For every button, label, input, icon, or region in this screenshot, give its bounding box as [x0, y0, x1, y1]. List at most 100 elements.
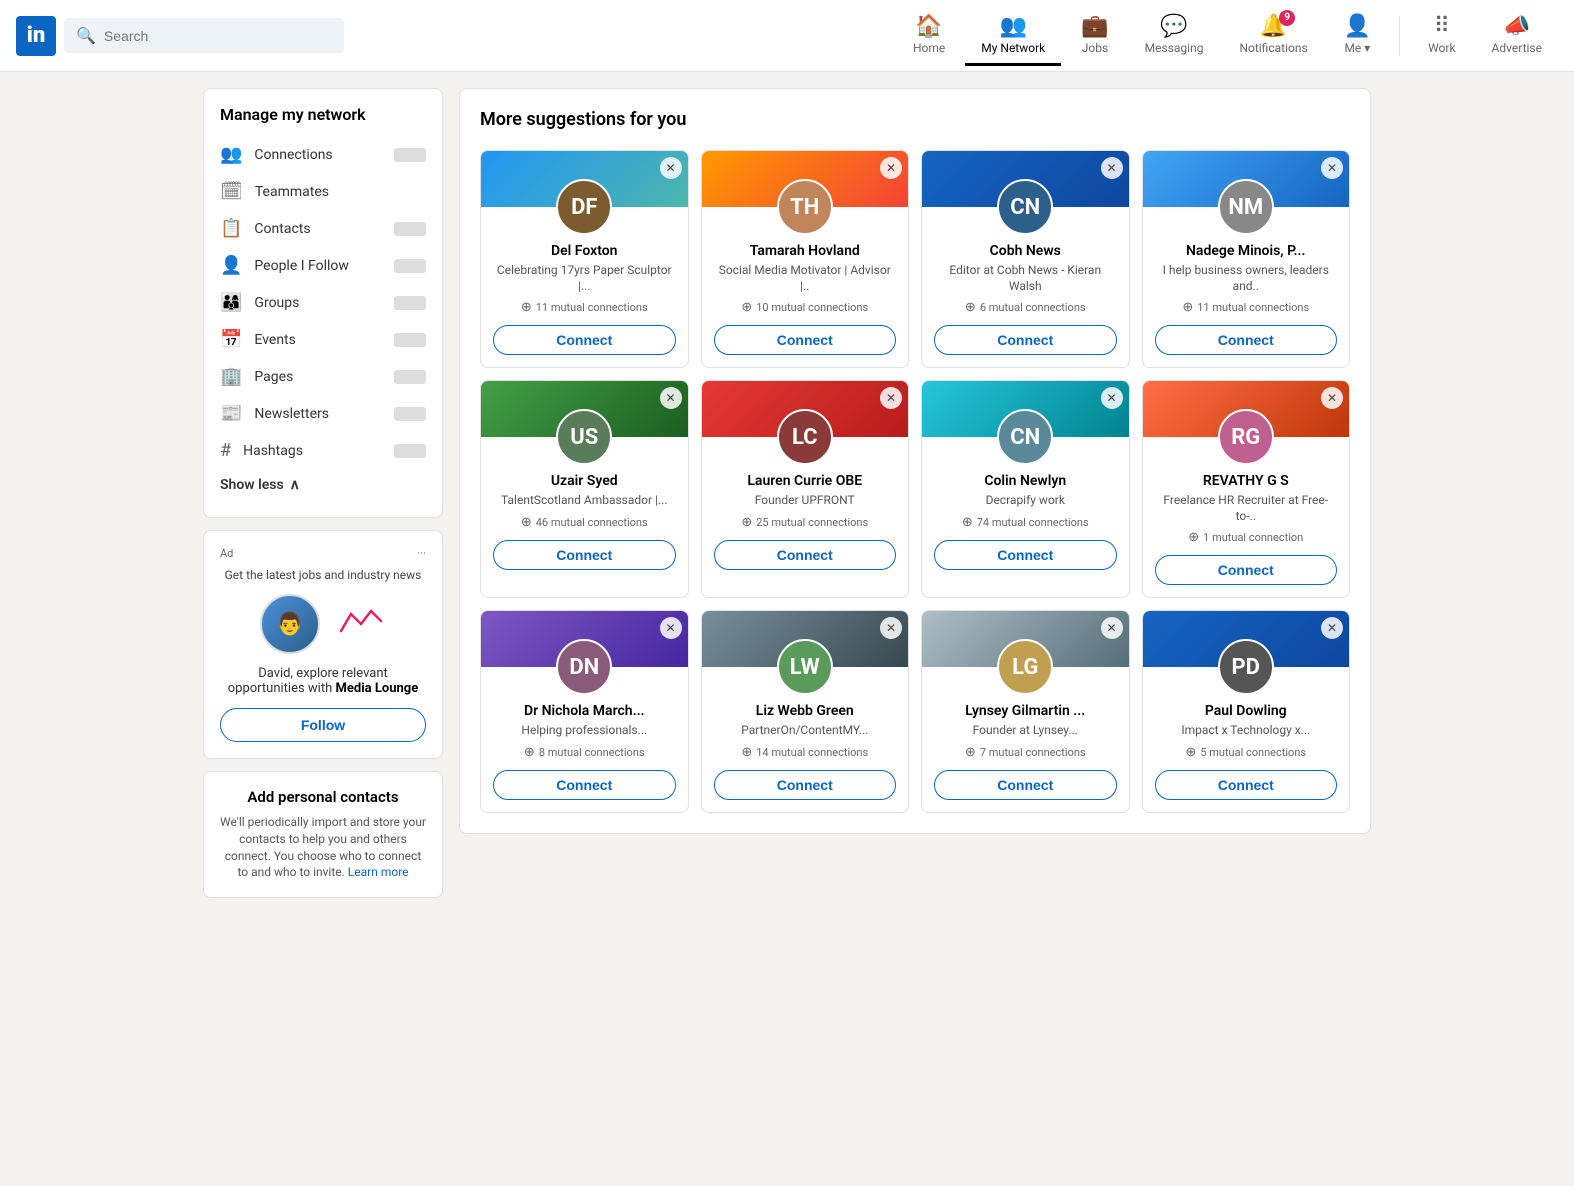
connect-button[interactable]: Connect	[934, 325, 1117, 355]
dismiss-button[interactable]: ✕	[1101, 157, 1123, 179]
sidebar-item-teammates[interactable]: 🗓 Teammates	[204, 173, 442, 210]
dismiss-button[interactable]: ✕	[880, 617, 902, 639]
follow-button[interactable]: Follow	[220, 708, 426, 742]
teammates-icon: 🗓	[220, 181, 243, 202]
person-body: Lauren Currie OBE Founder UPFRONT ⊕ 25 m…	[702, 473, 909, 582]
nav-work[interactable]: ⠿ Work	[1412, 6, 1471, 66]
mutual-icon: ⊕	[1185, 745, 1196, 760]
person-body: Paul Dowling Impact x Technology x... ⊕ …	[1143, 703, 1350, 812]
person-mutual: ⊕ 25 mutual connections	[714, 515, 897, 530]
connect-button[interactable]: Connect	[493, 325, 676, 355]
sidebar-item-newsletters[interactable]: 📰 Newsletters	[204, 395, 442, 432]
advertise-icon: 📣	[1503, 14, 1530, 39]
mutual-count: 74 mutual connections	[977, 516, 1089, 529]
connect-button[interactable]: Connect	[1155, 555, 1338, 585]
connect-button[interactable]: Connect	[934, 540, 1117, 570]
avatar: TH	[777, 179, 833, 235]
connect-button[interactable]: Connect	[714, 770, 897, 800]
search-bar[interactable]: 🔍	[64, 18, 344, 53]
search-input[interactable]	[104, 28, 332, 44]
manage-network-card: Manage my network 👥 Connections 🗓 Teamma…	[203, 88, 443, 518]
page-body: Manage my network 👥 Connections 🗓 Teamma…	[187, 88, 1387, 898]
show-less-button[interactable]: Show less ∧	[204, 469, 442, 501]
person-body: REVATHY G S Freelance HR Recruiter at Fr…	[1143, 473, 1350, 597]
sidebar-item-events[interactable]: 📅 Events	[204, 321, 442, 358]
connect-button[interactable]: Connect	[934, 770, 1117, 800]
mutual-icon: ⊕	[965, 300, 976, 315]
linkedin-logo[interactable]: in	[16, 16, 56, 56]
person-name: Tamarah Hovland	[714, 243, 897, 259]
person-name: REVATHY G S	[1155, 473, 1338, 489]
connect-button[interactable]: Connect	[714, 325, 897, 355]
mutual-count: 7 mutual connections	[980, 746, 1086, 759]
connections-icon: 👥	[220, 144, 242, 165]
person-card: ✕ NM Nadege Minois, P... I help business…	[1142, 150, 1351, 368]
nav-notifications[interactable]: 🔔 9 Notifications	[1223, 6, 1323, 66]
person-title: I help business owners, leaders and..	[1155, 263, 1338, 294]
sidebar-item-hashtags[interactable]: # Hashtags	[204, 432, 442, 469]
dismiss-button[interactable]: ✕	[1101, 617, 1123, 639]
dismiss-button[interactable]: ✕	[1321, 387, 1343, 409]
connect-button[interactable]: Connect	[1155, 325, 1338, 355]
sidebar-item-pages[interactable]: 🏢 Pages	[204, 358, 442, 395]
nav-me[interactable]: 👤 Me ▾	[1328, 6, 1387, 66]
dismiss-button[interactable]: ✕	[880, 157, 902, 179]
dismiss-button[interactable]: ✕	[1321, 617, 1343, 639]
sidebar-item-connections[interactable]: 👥 Connections	[204, 136, 442, 173]
person-body: Colin Newlyn Decrapify work ⊕ 74 mutual …	[922, 473, 1129, 582]
chevron-up-icon: ∧	[290, 477, 300, 493]
person-title: Decrapify work	[934, 493, 1117, 509]
pages-count	[394, 370, 426, 384]
newsletters-icon: 📰	[220, 403, 242, 424]
mutual-count: 11 mutual connections	[1197, 301, 1309, 314]
sidebar-item-contacts[interactable]: 📋 Contacts	[204, 210, 442, 247]
work-icon: ⠿	[1434, 14, 1450, 39]
person-avatar-wrap: LG	[922, 639, 1129, 695]
person-avatar-wrap: LC	[702, 409, 909, 465]
person-card: ✕ LG Lynsey Gilmartin ... Founder at Lyn…	[921, 610, 1130, 813]
groups-icon: 👨‍👩‍👦	[220, 292, 242, 313]
connect-button[interactable]: Connect	[493, 770, 676, 800]
learn-more-link[interactable]: Learn more	[348, 865, 409, 879]
nav-advertise[interactable]: 📣 Advertise	[1476, 6, 1558, 66]
dismiss-button[interactable]: ✕	[660, 617, 682, 639]
person-title: Editor at Cobh News - Kieran Walsh	[934, 263, 1117, 294]
person-card: ✕ CN Cobh News Editor at Cobh News - Kie…	[921, 150, 1130, 368]
manage-title: Manage my network	[204, 105, 442, 136]
sidebar-item-groups[interactable]: 👨‍👩‍👦 Groups	[204, 284, 442, 321]
dismiss-button[interactable]: ✕	[660, 387, 682, 409]
person-name: Uzair Syed	[493, 473, 676, 489]
connect-button[interactable]: Connect	[1155, 770, 1338, 800]
person-card: ✕ DF Del Foxton Celebrating 17yrs Paper …	[480, 150, 689, 368]
person-card: ✕ LC Lauren Currie OBE Founder UPFRONT ⊕…	[701, 380, 910, 598]
teammates-label: Teammates	[255, 184, 426, 200]
person-title: Celebrating 17yrs Paper Sculptor |...	[493, 263, 676, 294]
nav-messaging[interactable]: 💬 Messaging	[1129, 6, 1220, 66]
avatar: LG	[997, 639, 1053, 695]
dismiss-button[interactable]: ✕	[1321, 157, 1343, 179]
people-grid: ✕ DF Del Foxton Celebrating 17yrs Paper …	[480, 150, 1350, 813]
mutual-count: 5 mutual connections	[1200, 746, 1306, 759]
dismiss-button[interactable]: ✕	[880, 387, 902, 409]
sidebar: Manage my network 👥 Connections 🗓 Teamma…	[203, 88, 443, 898]
person-body: Nadege Minois, P... I help business owne…	[1143, 243, 1350, 367]
person-avatar-wrap: CN	[922, 409, 1129, 465]
mutual-icon: ⊕	[1188, 530, 1199, 545]
add-contacts-card: Add personal contacts We'll periodically…	[203, 771, 443, 898]
person-body: Tamarah Hovland Social Media Motivator |…	[702, 243, 909, 367]
nav-home[interactable]: 🏠 Home	[897, 6, 961, 66]
people-follow-label: People I Follow	[254, 258, 394, 274]
person-card: ✕ RG REVATHY G S Freelance HR Recruiter …	[1142, 380, 1351, 598]
person-name: Nadege Minois, P...	[1155, 243, 1338, 259]
nav-my-network[interactable]: 👥 My Network	[965, 6, 1061, 66]
dismiss-button[interactable]: ✕	[660, 157, 682, 179]
ad-more-button[interactable]: ···	[417, 547, 426, 560]
sidebar-item-people-follow[interactable]: 👤 People I Follow	[204, 247, 442, 284]
dismiss-button[interactable]: ✕	[1101, 387, 1123, 409]
nav-jobs[interactable]: 💼 Jobs	[1065, 6, 1124, 66]
person-name: Del Foxton	[493, 243, 676, 259]
main-content: More suggestions for you ✕ DF Del Foxton…	[459, 88, 1371, 898]
connect-button[interactable]: Connect	[493, 540, 676, 570]
connect-button[interactable]: Connect	[714, 540, 897, 570]
events-count	[394, 333, 426, 347]
